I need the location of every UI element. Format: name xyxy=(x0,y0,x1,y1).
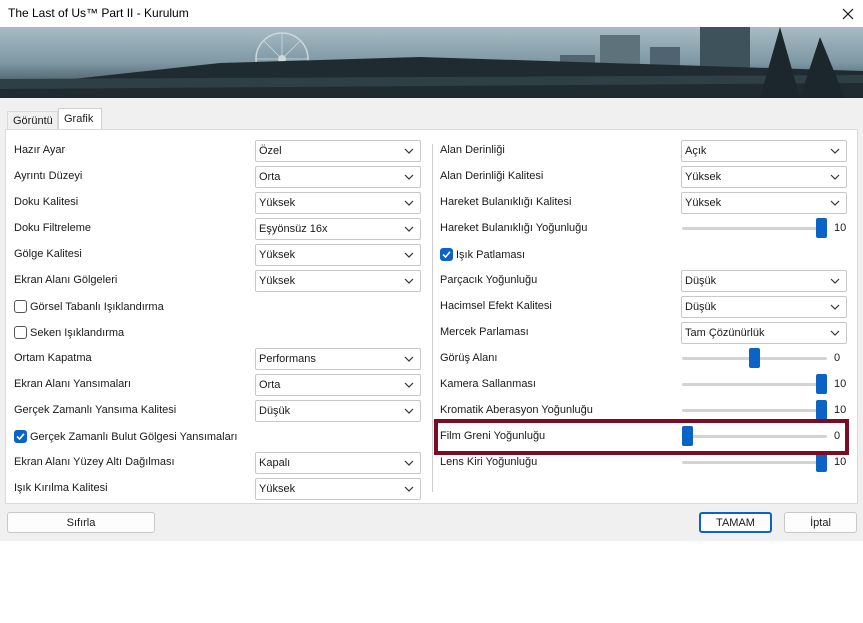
chevron-down-icon xyxy=(830,330,840,336)
chevron-down-icon xyxy=(830,174,840,180)
setting-label: Hacimsel Efekt Kalitesi xyxy=(440,300,552,312)
setting-dropdown[interactable]: Düşük xyxy=(681,270,847,292)
slider-row: Lens Kiri Yoğunluğu 10 xyxy=(0,452,863,474)
tab-display[interactable]: Görüntü xyxy=(7,111,58,130)
slider-track[interactable] xyxy=(682,383,827,386)
ok-button[interactable]: TAMAM xyxy=(699,512,772,533)
setting-label: Alan Derinliği Kalitesi xyxy=(440,170,544,182)
dropdown-value: Düşük xyxy=(685,301,717,313)
setting-row: Mercek Parlaması Tam Çözünürlük xyxy=(0,322,863,344)
setting-label: Alan Derinliği xyxy=(440,144,505,156)
setting-dropdown[interactable]: Tam Çözünürlük xyxy=(681,322,847,344)
chevron-down-icon xyxy=(404,486,414,492)
chevron-down-icon xyxy=(830,148,840,154)
setting-row: Hacimsel Efekt Kalitesi Düşük xyxy=(0,296,863,318)
setting-slider[interactable] xyxy=(682,218,827,238)
checkmark-icon xyxy=(442,251,451,259)
checkbox-label: Işık Patlaması xyxy=(456,248,526,261)
tab-label: Grafik xyxy=(64,113,94,125)
reset-button[interactable]: Sıfırla xyxy=(7,512,155,533)
dropdown-value: Düşük xyxy=(685,275,717,287)
setting-slider[interactable] xyxy=(682,452,827,472)
slider-label: Hareket Bulanıklığı Yoğunluğu xyxy=(440,222,588,234)
title-bar: The Last of Us™ Part II - Kurulum xyxy=(0,0,863,27)
slider-value: 10 xyxy=(834,378,847,390)
tab-graphics[interactable]: Grafik xyxy=(58,108,102,130)
slider-thumb[interactable] xyxy=(816,218,827,238)
slider-label: Görüş Alanı xyxy=(440,352,498,364)
setting-slider[interactable] xyxy=(682,348,827,368)
slider-row: Görüş Alanı 0 xyxy=(0,348,863,370)
slider-row: Kamera Sallanması 10 xyxy=(0,374,863,396)
dropdown-value: Yüksek xyxy=(259,249,296,261)
chevron-down-icon xyxy=(404,252,414,258)
slider-thumb[interactable] xyxy=(749,348,760,368)
setting-label: Işık Kırılma Kalitesi xyxy=(14,482,108,494)
city-ruins-illustration xyxy=(0,27,863,98)
setting-slider[interactable] xyxy=(682,400,827,420)
slider-label: Lens Kiri Yoğunluğu xyxy=(440,456,538,468)
dropdown-value: Yüksek xyxy=(685,197,722,209)
dropdown-value: Yüksek xyxy=(259,483,296,495)
slider-value: 0 xyxy=(834,352,841,364)
dropdown-value: Açık xyxy=(685,145,707,157)
slider-value: 10 xyxy=(834,404,847,416)
close-button[interactable] xyxy=(833,0,863,27)
chevron-down-icon xyxy=(830,200,840,206)
setting-dropdown[interactable]: Yüksek xyxy=(681,192,847,214)
setting-label: Mercek Parlaması xyxy=(440,326,529,338)
slider-label: Kromatik Aberasyon Yoğunluğu xyxy=(440,404,593,416)
slider-track[interactable] xyxy=(682,409,827,412)
setting-row: Hareket Bulanıklığı Kalitesi Yüksek xyxy=(0,192,863,214)
slider-track[interactable] xyxy=(682,227,827,230)
setting-row: Alan Derinliği Açık xyxy=(0,140,863,162)
banner-image xyxy=(0,27,863,98)
slider-track[interactable] xyxy=(682,461,827,464)
setting-dropdown[interactable]: Yüksek xyxy=(681,166,847,188)
setting-dropdown[interactable]: Yüksek xyxy=(255,244,421,266)
slider-label: Kamera Sallanması xyxy=(440,378,536,390)
slider-thumb[interactable] xyxy=(816,400,827,420)
setting-label: Gölge Kalitesi xyxy=(14,248,82,260)
slider-thumb[interactable] xyxy=(816,374,827,394)
setting-dropdown[interactable]: Düşük xyxy=(681,296,847,318)
tab-label: Görüntü xyxy=(13,115,53,127)
slider-thumb[interactable] xyxy=(816,452,827,472)
setting-label: Hareket Bulanıklığı Kalitesi xyxy=(440,196,572,208)
film-grain-highlight-box xyxy=(434,419,849,455)
setting-label: Parçacık Yoğunluğu xyxy=(440,274,538,286)
slider-row: Hareket Bulanıklığı Yoğunluğu 10 xyxy=(0,218,863,240)
slider-value: 10 xyxy=(834,222,847,234)
chevron-down-icon xyxy=(830,304,840,310)
dropdown-value: Yüksek xyxy=(685,171,722,183)
dropdown-value: Tam Çözünürlük xyxy=(685,327,765,339)
cancel-button[interactable]: İptal xyxy=(784,512,857,533)
slider-value: 10 xyxy=(834,456,847,468)
setup-window: The Last of Us™ Part II - Kurulum Görünt… xyxy=(0,0,863,541)
setting-dropdown[interactable]: Yüksek xyxy=(255,478,421,500)
setting-slider[interactable] xyxy=(682,374,827,394)
setting-checkbox[interactable]: Işık Patlaması xyxy=(440,248,525,261)
window-title: The Last of Us™ Part II - Kurulum xyxy=(8,6,189,20)
setting-row: Parçacık Yoğunluğu Düşük xyxy=(0,270,863,292)
setting-dropdown[interactable]: Açık xyxy=(681,140,847,162)
chevron-down-icon xyxy=(830,278,840,284)
checkbox-box[interactable] xyxy=(440,248,453,261)
setting-row: Alan Derinliği Kalitesi Yüksek xyxy=(0,166,863,188)
close-icon xyxy=(842,8,854,19)
